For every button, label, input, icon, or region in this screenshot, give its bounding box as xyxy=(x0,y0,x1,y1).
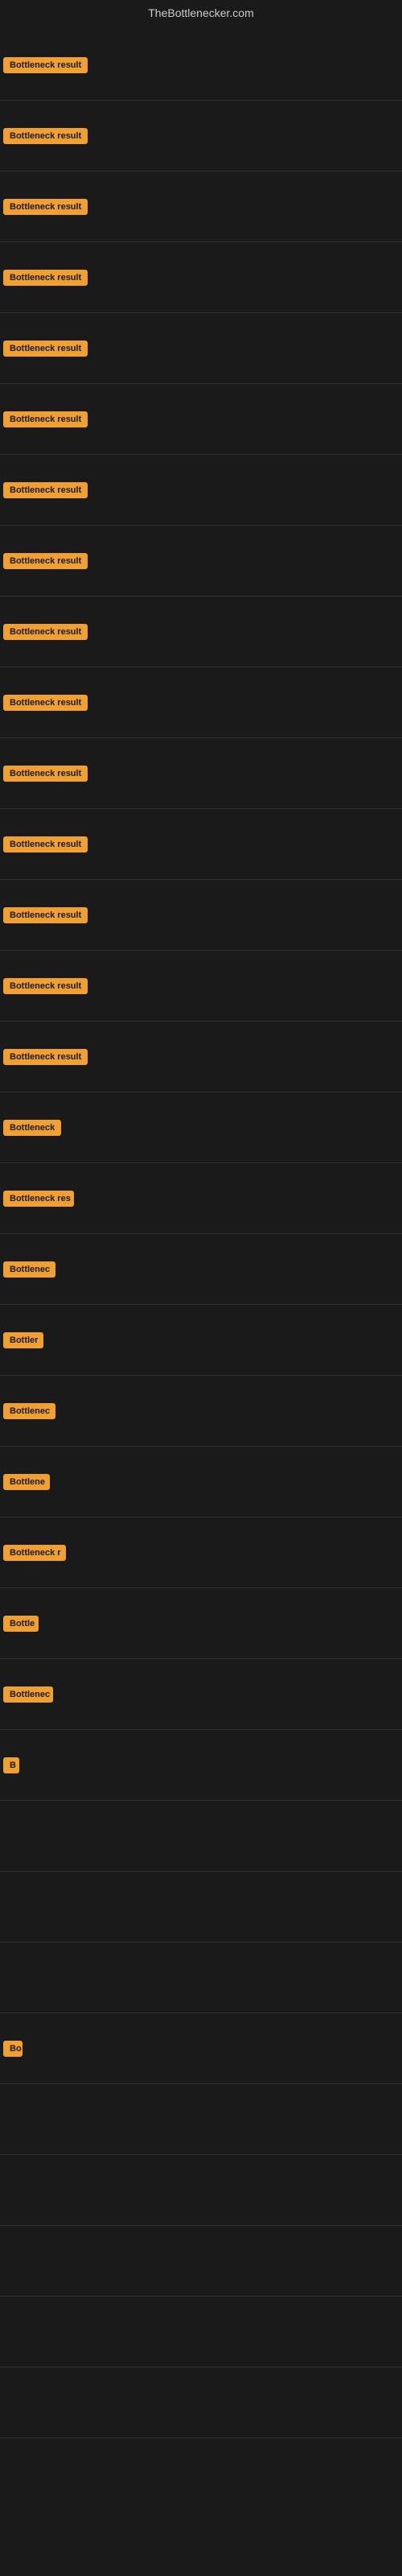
list-item[interactable]: Bottleneck result xyxy=(0,880,402,951)
list-item[interactable] xyxy=(0,1801,402,1872)
list-item[interactable] xyxy=(0,1942,402,2013)
bottleneck-badge: Bottleneck result xyxy=(3,1049,88,1065)
list-item[interactable]: Bottleneck res xyxy=(0,1163,402,1234)
bottleneck-badge: Bottleneck result xyxy=(3,482,88,498)
list-item[interactable]: Bottleneck result xyxy=(0,667,402,738)
list-item[interactable]: Bottleneck result xyxy=(0,313,402,384)
list-item[interactable]: Bottler xyxy=(0,1305,402,1376)
items-container: Bottleneck result Bottleneck result Bottle… xyxy=(0,26,402,2438)
list-item[interactable] xyxy=(0,1872,402,1942)
list-item[interactable]: Bottleneck r xyxy=(0,1517,402,1588)
list-item[interactable]: Bottleneck result xyxy=(0,809,402,880)
bottleneck-badge: Bottleneck result xyxy=(3,766,88,782)
bottleneck-badge: Bottlenec xyxy=(3,1403,55,1419)
list-item[interactable]: Bottleneck result xyxy=(0,384,402,455)
list-item[interactable]: Bottleneck result xyxy=(0,455,402,526)
bottleneck-badge: Bottlene xyxy=(3,1474,50,1490)
bottleneck-badge: Bottleneck result xyxy=(3,128,88,144)
list-item[interactable] xyxy=(0,2084,402,2155)
list-item[interactable]: Bottleneck xyxy=(0,1092,402,1163)
bottleneck-badge: Bottleneck result xyxy=(3,624,88,640)
list-item[interactable]: Bottleneck result xyxy=(0,171,402,242)
list-item[interactable]: B xyxy=(0,1730,402,1801)
list-item[interactable]: Bottle xyxy=(0,1588,402,1659)
list-item[interactable]: Bottleneck result xyxy=(0,951,402,1022)
site-title: TheBottlenecker.com xyxy=(0,0,402,26)
bottleneck-badge: Bottle xyxy=(3,1616,39,1632)
bottleneck-badge: Bottlenec xyxy=(3,1686,53,1703)
list-item[interactable]: Bottleneck result xyxy=(0,242,402,313)
list-item[interactable]: Bottleneck result xyxy=(0,738,402,809)
list-item[interactable]: Bottleneck result xyxy=(0,597,402,667)
bottleneck-badge: Bottleneck result xyxy=(3,57,88,73)
list-item[interactable]: Bottlene xyxy=(0,1447,402,1517)
list-item[interactable]: Bottlenec xyxy=(0,1659,402,1730)
bottleneck-badge: Bottleneck result xyxy=(3,411,88,427)
bottleneck-badge: Bottleneck result xyxy=(3,199,88,215)
list-item[interactable]: Bottlenec xyxy=(0,1376,402,1447)
list-item[interactable] xyxy=(0,2226,402,2297)
list-item[interactable] xyxy=(0,2297,402,2368)
bottleneck-badge: Bo xyxy=(3,2041,23,2057)
list-item[interactable]: Bottleneck result xyxy=(0,101,402,171)
bottleneck-badge: Bottler xyxy=(3,1332,43,1348)
bottleneck-badge: Bottleneck res xyxy=(3,1191,74,1207)
bottleneck-badge: Bottleneck result xyxy=(3,836,88,852)
bottleneck-badge: Bottlenec xyxy=(3,1261,55,1278)
bottleneck-badge: Bottleneck result xyxy=(3,341,88,357)
list-item[interactable] xyxy=(0,2368,402,2438)
bottleneck-badge: Bottleneck r xyxy=(3,1545,66,1561)
bottleneck-badge: Bottleneck result xyxy=(3,270,88,286)
bottleneck-badge: Bottleneck result xyxy=(3,553,88,569)
bottleneck-badge: Bottleneck result xyxy=(3,907,88,923)
list-item[interactable]: Bottlenec xyxy=(0,1234,402,1305)
bottleneck-badge: Bottleneck result xyxy=(3,695,88,711)
list-item[interactable]: Bottleneck result xyxy=(0,1022,402,1092)
bottleneck-badge: B xyxy=(3,1757,19,1773)
list-item[interactable]: Bo xyxy=(0,2013,402,2084)
list-item[interactable] xyxy=(0,2155,402,2226)
bottleneck-badge: Bottleneck xyxy=(3,1120,61,1136)
bottleneck-badge: Bottleneck result xyxy=(3,978,88,994)
list-item[interactable]: Bottleneck result xyxy=(0,526,402,597)
list-item[interactable]: Bottleneck result xyxy=(0,30,402,101)
